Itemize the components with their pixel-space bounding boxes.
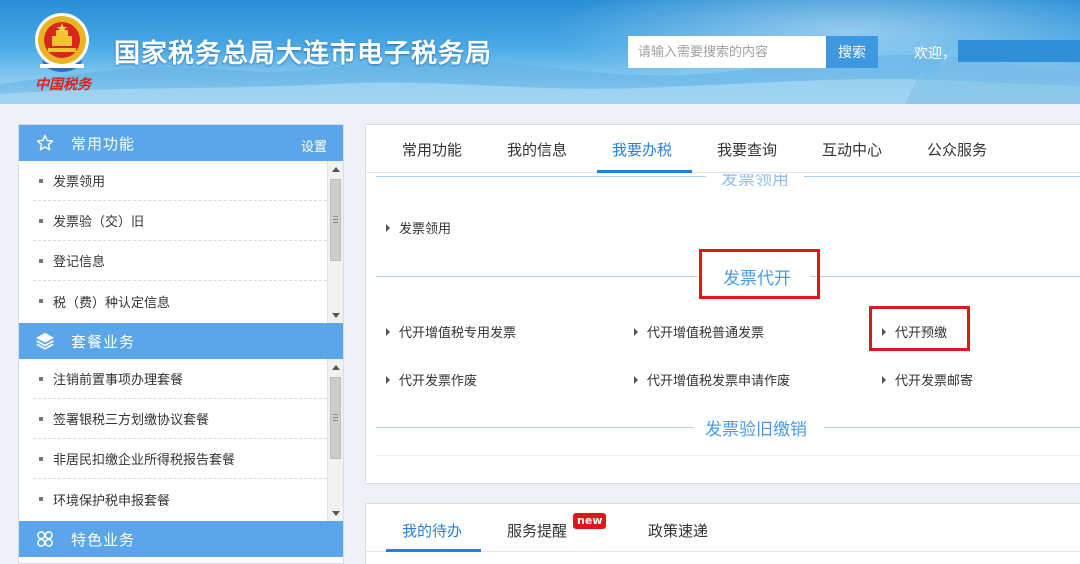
triangle-right-icon — [634, 375, 638, 384]
welcome-text: 欢迎， — [914, 46, 956, 62]
clover-icon — [19, 530, 71, 548]
group-divider-line — [804, 176, 1080, 177]
group-divider-line — [810, 276, 1080, 277]
link-invoice-mail[interactable]: 代开发票邮寄 — [882, 370, 973, 389]
star-icon — [19, 134, 71, 152]
clipped-group-header: 发票领用 — [366, 174, 1080, 186]
list-item[interactable]: 发票验（交）旧 — [33, 201, 327, 241]
scroll-thumb[interactable] — [330, 377, 341, 459]
list-item-label: 登记信息 — [53, 255, 106, 270]
username-redacted — [958, 40, 1080, 62]
list-item-label: 签署银税三方划缴协议套餐 — [53, 413, 210, 428]
bullet-icon — [39, 416, 43, 421]
scroll-thumb[interactable] — [330, 179, 341, 261]
list-item-label: 发票领用 — [53, 175, 106, 190]
list-item[interactable]: 注销前置事项办理套餐 — [33, 359, 327, 399]
left-sidebar: 常用功能 设置 发票领用 发票验（交）旧 登记信息 税（费）种认定信息 套餐业务… — [18, 124, 344, 564]
bullet-icon — [39, 456, 43, 461]
section-title: 常用功能 — [71, 134, 136, 153]
triangle-right-icon — [386, 375, 390, 384]
layers-icon — [19, 332, 71, 350]
list-item[interactable]: 环境保护税申报套餐 — [33, 479, 327, 519]
list-item-label: 发票验（交）旧 — [53, 215, 145, 230]
tab-policy-news[interactable]: 政策速递 — [648, 520, 708, 541]
panel-inner-divider — [376, 455, 1080, 456]
link-label: 代开增值税专用发票 — [399, 326, 517, 341]
tab-service-reminder[interactable]: 服务提醒 — [507, 520, 567, 541]
todo-panel: 我的待办 服务提醒 new 政策速递 — [365, 503, 1080, 564]
link-vat-void-request[interactable]: 代开增值税发票申请作废 — [634, 370, 790, 389]
bullet-icon — [39, 178, 43, 183]
scroll-down-arrow-icon[interactable] — [328, 307, 343, 323]
list-item-label: 环境保护税申报套餐 — [53, 493, 171, 509]
bullet-icon — [39, 299, 43, 303]
triangle-right-icon — [386, 327, 390, 336]
list-scrollbar[interactable] — [327, 161, 343, 323]
bullet-icon — [39, 376, 43, 381]
section-title: 套餐业务 — [71, 332, 136, 351]
list-item[interactable]: 非居民扣缴企业所得税报告套餐 — [33, 439, 327, 479]
section-list-common: 发票领用 发票验（交）旧 登记信息 税（费）种认定信息 — [19, 161, 343, 323]
list-item-label: 税（费）种认定信息 — [53, 295, 171, 311]
triangle-right-icon — [634, 327, 638, 336]
bullet-icon — [39, 218, 43, 223]
group-title-invoice-verify: 发票验旧缴销 — [705, 420, 807, 440]
active-tab-indicator — [386, 549, 481, 552]
main-tabs: 常用功能 我的信息 我要办税 我要查询 互动中心 公众服务 — [366, 125, 1080, 173]
group-divider-line — [376, 176, 706, 177]
group-title-clipped: 发票领用 — [721, 174, 789, 186]
new-badge: new — [573, 513, 607, 529]
link-label: 代开发票邮寄 — [895, 374, 974, 389]
scroll-up-arrow-icon[interactable] — [328, 161, 343, 177]
link-invoice-claim[interactable]: 发票领用 — [386, 218, 451, 237]
tab-my-todo[interactable]: 我的待办 — [402, 520, 462, 541]
active-tab-indicator — [597, 170, 692, 173]
group-divider-line — [824, 427, 1080, 428]
scroll-down-arrow-icon[interactable] — [328, 505, 343, 521]
group-divider-line — [376, 276, 698, 277]
bullet-icon — [39, 497, 43, 501]
link-label: 代开增值税发票申请作废 — [647, 374, 791, 389]
triangle-right-icon — [386, 223, 390, 232]
section-title: 特色业务 — [71, 530, 136, 549]
highlight-box-prepayment — [869, 306, 970, 351]
scroll-up-arrow-icon[interactable] — [328, 359, 343, 375]
tab-public-service[interactable]: 公众服务 — [927, 139, 987, 160]
tab-query[interactable]: 我要查询 — [717, 139, 777, 160]
main-panel: 常用功能 我的信息 我要办税 我要查询 互动中心 公众服务 发票领用 发票领用 … — [365, 124, 1080, 484]
link-label: 发票领用 — [399, 222, 452, 237]
list-scrollbar[interactable] — [327, 359, 343, 521]
highlight-box-group-title — [699, 249, 820, 299]
settings-link[interactable]: 设置 — [301, 136, 327, 155]
link-label: 代开增值税普通发票 — [647, 326, 765, 341]
group-divider-line — [376, 427, 694, 428]
search-button[interactable]: 搜索 — [826, 36, 878, 68]
list-item[interactable]: 税（费）种认定信息 — [33, 281, 327, 321]
list-item[interactable]: 发票领用 — [33, 161, 327, 201]
link-label: 代开发票作废 — [399, 374, 478, 389]
link-vat-special-invoice[interactable]: 代开增值税专用发票 — [386, 322, 516, 341]
section-list-package: 注销前置事项办理套餐 签署银税三方划缴协议套餐 非居民扣缴企业所得税报告套餐 环… — [19, 359, 343, 521]
tax-emblem-logo: 中国税务 — [30, 10, 94, 94]
list-item-label: 非居民扣缴企业所得税报告套餐 — [53, 453, 236, 468]
tab-interaction[interactable]: 互动中心 — [822, 139, 882, 160]
bullet-icon — [39, 258, 43, 263]
link-vat-normal-invoice[interactable]: 代开增值税普通发票 — [634, 322, 764, 341]
triangle-right-icon — [882, 375, 886, 384]
list-item[interactable]: 登记信息 — [33, 241, 327, 281]
site-header: 中国税务 国家税务总局大连市电子税务局 搜索 欢迎， — [0, 0, 1080, 104]
tab-tax-handling[interactable]: 我要办税 — [612, 139, 672, 160]
section-header-common[interactable]: 常用功能 设置 — [19, 125, 343, 161]
tab-my-info[interactable]: 我的信息 — [507, 139, 567, 160]
link-invoice-void[interactable]: 代开发票作废 — [386, 370, 477, 389]
list-item[interactable]: 签署银税三方划缴协议套餐 — [33, 399, 327, 439]
section-header-special[interactable]: 特色业务 — [19, 521, 343, 557]
list-item-label: 注销前置事项办理套餐 — [53, 373, 184, 388]
emblem-caption: 中国税务 — [35, 77, 91, 93]
search-input[interactable] — [628, 36, 826, 68]
section-header-package[interactable]: 套餐业务 — [19, 323, 343, 359]
site-title: 国家税务总局大连市电子税务局 — [114, 39, 493, 69]
tab-common[interactable]: 常用功能 — [402, 139, 462, 160]
